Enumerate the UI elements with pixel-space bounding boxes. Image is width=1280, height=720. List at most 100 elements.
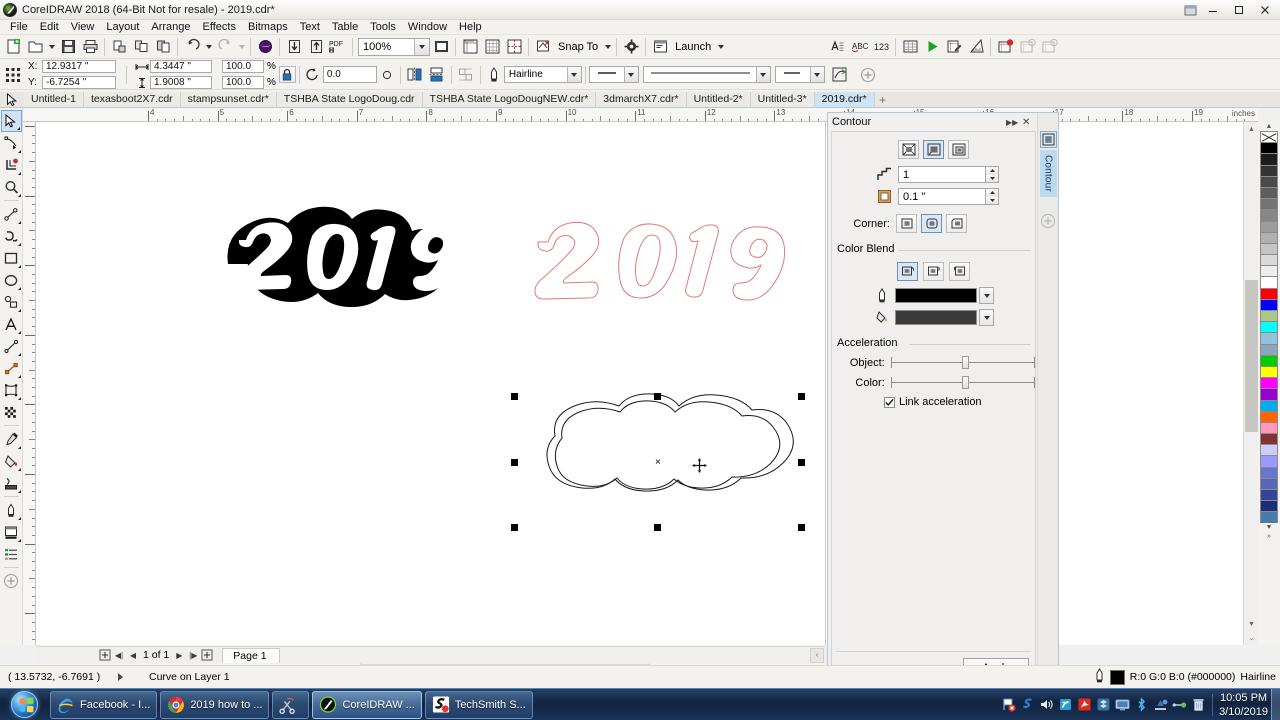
palette-swatch[interactable] (1260, 421, 1278, 434)
palette-swatch[interactable] (1260, 343, 1278, 355)
palette-swatch[interactable] (1260, 186, 1278, 199)
palette-swatch[interactable] (1260, 198, 1278, 210)
start-button[interactable] (1, 690, 47, 720)
palette-swatch[interactable] (1260, 265, 1278, 277)
link-acceleration-checkbox[interactable] (884, 396, 895, 408)
palette-swatch-none[interactable] (1260, 131, 1278, 143)
palette-swatch[interactable] (1260, 377, 1278, 389)
status-expander-icon[interactable] (118, 673, 123, 681)
palette-swatch[interactable] (1260, 220, 1278, 232)
vertical-ruler[interactable] (23, 122, 36, 645)
outline-width-dropdown-arrow[interactable] (566, 67, 581, 82)
help-restore-button[interactable] (1180, 1, 1200, 19)
palette-scroll-down-icon[interactable]: ▼ (1260, 523, 1278, 532)
palette-swatch[interactable] (1260, 489, 1278, 501)
contour-outline-color-dropdown[interactable] (979, 287, 994, 304)
doc-tab-texasboot2x7[interactable]: texasboot2X7.cdr (83, 92, 181, 107)
new-document-icon[interactable] (2, 36, 24, 58)
palette-swatch[interactable] (1260, 477, 1278, 489)
maximize-button[interactable] (1226, 1, 1252, 19)
selection-handle-e[interactable] (798, 459, 805, 466)
palette-swatch[interactable] (1260, 354, 1278, 366)
show-guidelines-icon[interactable] (503, 36, 525, 58)
color-palette[interactable]: ▲ ▼» (1258, 122, 1280, 645)
y-position-input[interactable]: -6.7254 " (42, 76, 116, 89)
page-nav-scroll-right[interactable]: ‹ (810, 647, 824, 663)
end-arrowhead-combo[interactable] (774, 66, 825, 83)
taskbar-item-coreldraw[interactable]: CoreIDRAW ... (312, 690, 422, 719)
menu-bitmaps[interactable]: Bitmaps (242, 20, 294, 35)
next-page-button[interactable]: ▶ (172, 648, 186, 663)
contour-fill-color-dropdown[interactable] (979, 309, 994, 326)
doc-tab-untitled-2[interactable]: Untitled-2* (686, 92, 751, 107)
palette-swatch[interactable] (1260, 365, 1278, 378)
tool-pick[interactable] (0, 110, 22, 132)
tool-zoom[interactable] (1, 176, 22, 198)
start-arrowhead-combo[interactable] (588, 66, 639, 83)
object-acceleration-slider[interactable] (890, 356, 1035, 370)
palette-swatch[interactable] (1260, 242, 1278, 255)
menu-tools[interactable]: Tools (364, 20, 402, 35)
palette-swatch[interactable] (1260, 287, 1278, 299)
contour-steps-up[interactable] (986, 167, 998, 175)
menu-text[interactable]: Text (294, 20, 326, 35)
monitor-icon[interactable] (1115, 697, 1130, 712)
launch-dropdown[interactable] (715, 36, 726, 58)
object-acceleration-knob[interactable] (961, 356, 969, 369)
options-gear-icon[interactable] (620, 36, 642, 58)
corner-rounded[interactable] (921, 214, 942, 233)
export-icon[interactable] (305, 36, 327, 58)
scroll-up-arrow[interactable]: ▲ (1244, 122, 1259, 136)
taskbar-item-facebook[interactable]: Facebook - I... (50, 690, 158, 719)
contour-mode-outside[interactable] (948, 140, 969, 159)
undo-dropdown[interactable] (203, 36, 214, 58)
link-acceleration-row[interactable]: Link acceleration (884, 396, 1035, 408)
palette-swatch[interactable] (1260, 175, 1278, 187)
tool-shape[interactable] (1, 132, 22, 154)
show-rulers-icon[interactable] (459, 36, 481, 58)
tool-transparency[interactable] (1, 401, 22, 423)
doc-tab-3dmarchx7[interactable]: 3dmarchX7.cdr* (596, 92, 687, 107)
palette-swatch[interactable] (1260, 153, 1278, 165)
palette-swatch[interactable] (1260, 332, 1278, 344)
create-table-icon[interactable] (899, 36, 921, 58)
palette-scroll-up-icon[interactable]: ▲ (1260, 122, 1278, 131)
tool-smart-fill[interactable] (1, 472, 22, 494)
first-page-button[interactable]: ◀| (112, 648, 126, 663)
add-document-tab-icon[interactable]: + (875, 92, 891, 107)
palette-swatch[interactable] (1260, 321, 1278, 333)
tool-parallel-dimension[interactable] (1, 335, 22, 357)
contour-docker-tab-label[interactable]: Contour (1039, 150, 1057, 197)
menu-view[interactable]: View (65, 20, 101, 35)
mirror-horizontal-icon[interactable] (404, 64, 426, 86)
palette-swatch[interactable] (1260, 444, 1278, 456)
docker-close-icon[interactable]: ✕ (1019, 115, 1033, 129)
number-format-icon[interactable]: 123 (870, 36, 892, 58)
tool-crop[interactable] (1, 154, 22, 176)
x-position-input[interactable]: 12.9317 " (42, 60, 116, 73)
zoom-level-combo[interactable]: 100% (358, 37, 430, 56)
contour-mode-to-center[interactable] (898, 140, 919, 159)
selection-handle-n[interactable] (654, 393, 661, 400)
doc-tab-2019[interactable]: 2019.cdr* (814, 92, 875, 107)
contour-fill-color-swatch[interactable] (895, 310, 977, 325)
measure-tool-icon[interactable] (965, 36, 987, 58)
taskbar-item-chrome[interactable]: 2019 how to ... (160, 690, 270, 719)
blend-counterclockwise[interactable] (949, 262, 970, 281)
object-position-icon[interactable] (2, 64, 24, 86)
menu-help[interactable]: Help (453, 20, 488, 35)
page-tab-page-1[interactable]: Page 1 (222, 647, 280, 663)
scale-x-input[interactable]: 100.0 (222, 60, 264, 73)
previous-page-button[interactable]: ◀ (126, 648, 140, 663)
tool-outline-pen[interactable] (1, 499, 22, 521)
spell-check-abc-icon[interactable]: ABC (848, 36, 870, 58)
tool-artistic-media[interactable] (1, 225, 22, 247)
tool-ellipse[interactable] (1, 269, 22, 291)
tool-envelope[interactable] (1, 379, 22, 401)
dropbox-icon[interactable] (1096, 697, 1111, 712)
launch-icon[interactable] (649, 36, 671, 58)
canvas-vertical-scrollbar[interactable]: ▲ ▼ ⌄ (1243, 122, 1259, 645)
bluetooth-icon[interactable] (1134, 697, 1149, 712)
snap-to-label[interactable]: Snap To (554, 41, 602, 53)
corner-mitered[interactable] (896, 214, 917, 233)
